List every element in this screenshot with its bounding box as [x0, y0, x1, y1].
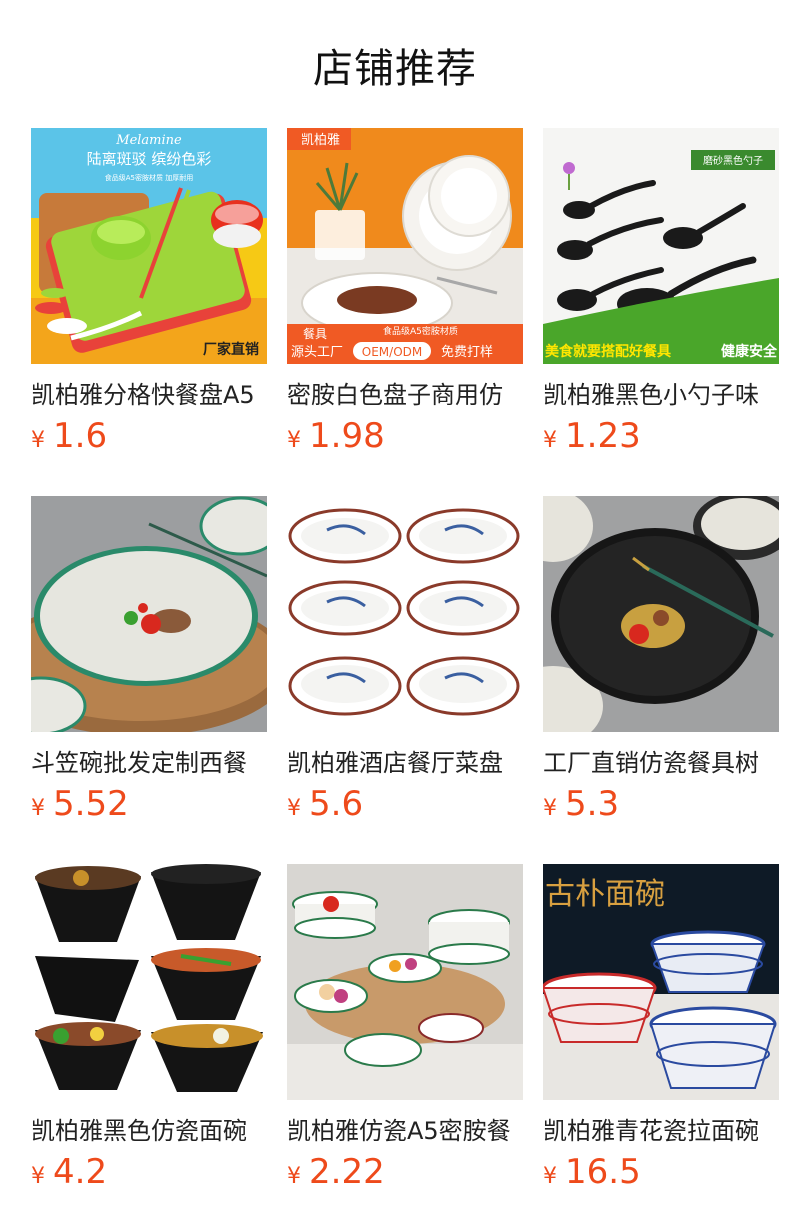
currency-symbol: ¥: [31, 796, 45, 821]
product-price: ¥5.52: [31, 784, 267, 830]
product-name[interactable]: 凯柏雅分格快餐盘A5: [31, 378, 267, 412]
product-name[interactable]: 凯柏雅酒店餐厅菜盘: [287, 746, 523, 780]
product-name[interactable]: 密胺白色盘子商用仿: [287, 378, 523, 412]
product-image[interactable]: 凯柏雅 餐具 食品级A5密胺材质 源头工厂 OEM/ODM 免费打样: [287, 128, 523, 364]
currency-symbol: ¥: [543, 1164, 557, 1189]
product-price: ¥4.2: [31, 1152, 267, 1198]
script-text: Melamine: [115, 133, 182, 148]
image-tag: 免费打样: [441, 345, 493, 360]
product-image[interactable]: [31, 496, 267, 732]
image-badge: 磨砂黑色勺子: [703, 154, 763, 167]
currency-symbol: ¥: [543, 428, 557, 453]
brand-badge: 凯柏雅: [301, 133, 340, 148]
product-price: ¥1.98: [287, 416, 523, 462]
product-price: ¥2.22: [287, 1152, 523, 1198]
product-name[interactable]: 工厂直销仿瓷餐具树: [543, 746, 779, 780]
product-name[interactable]: 凯柏雅黑色仿瓷面碗: [31, 1114, 267, 1148]
product-image[interactable]: [287, 496, 523, 732]
image-tag: OEM/ODM: [362, 345, 422, 359]
product-card[interactable]: Melamine 陆离斑驳 缤纷色彩 食品级A5密胺材质 加厚耐用 厂家直销 凯…: [31, 128, 267, 462]
currency-symbol: ¥: [287, 796, 301, 821]
image-subtext: 食品级A5密胺材质 加厚耐用: [105, 173, 193, 182]
product-card[interactable]: 斗笠碗批发定制西餐 ¥5.52: [31, 496, 267, 830]
price-value: 1.23: [565, 416, 641, 456]
image-tag: 源头工厂: [291, 345, 343, 360]
image-banner: 健康安全: [721, 343, 778, 360]
product-image[interactable]: [287, 864, 523, 1100]
currency-symbol: ¥: [543, 796, 557, 821]
product-card[interactable]: 凯柏雅 餐具 食品级A5密胺材质 源头工厂 OEM/ODM 免费打样 密胺白色盘…: [287, 128, 523, 462]
product-image[interactable]: [543, 496, 779, 732]
price-value: 4.2: [53, 1152, 108, 1192]
product-price: ¥1.6: [31, 416, 267, 462]
product-card[interactable]: 凯柏雅酒店餐厅菜盘 ¥5.6: [287, 496, 523, 830]
product-name[interactable]: 斗笠碗批发定制西餐: [31, 746, 267, 780]
product-name[interactable]: 凯柏雅仿瓷A5密胺餐: [287, 1114, 523, 1148]
product-card[interactable]: 磨砂黑色勺子 美食就要搭配好餐具 健康安全 凯柏雅黑色小勺子味 ¥1.23: [543, 128, 779, 462]
image-title: 古朴面碗: [545, 877, 665, 912]
price-value: 1.6: [53, 416, 108, 456]
product-image[interactable]: Melamine 陆离斑驳 缤纷色彩 食品级A5密胺材质 加厚耐用 厂家直销: [31, 128, 267, 364]
price-value: 5.52: [53, 784, 129, 824]
price-value: 5.3: [565, 784, 620, 824]
product-name[interactable]: 凯柏雅青花瓷拉面碗: [543, 1114, 779, 1148]
product-price: ¥1.23: [543, 416, 779, 462]
price-value: 16.5: [565, 1152, 641, 1192]
product-card[interactable]: 凯柏雅仿瓷A5密胺餐 ¥2.22: [287, 864, 523, 1198]
currency-symbol: ¥: [31, 428, 45, 453]
image-banner: 美食就要搭配好餐具: [545, 343, 671, 360]
image-headline: 陆离斑驳 缤纷色彩: [87, 150, 212, 168]
image-tag: 餐具: [303, 326, 327, 341]
product-card[interactable]: 工厂直销仿瓷餐具树 ¥5.3: [543, 496, 779, 830]
price-value: 1.98: [309, 416, 385, 456]
product-price: ¥16.5: [543, 1152, 779, 1198]
currency-symbol: ¥: [287, 1164, 301, 1189]
page-title: 店铺推荐: [313, 46, 477, 92]
image-tag: 食品级A5密胺材质: [383, 325, 458, 337]
product-price: ¥5.3: [543, 784, 779, 830]
product-image[interactable]: 古朴面碗: [543, 864, 779, 1100]
product-price: ¥5.6: [287, 784, 523, 830]
product-card[interactable]: 古朴面碗 凯柏雅青花瓷拉面碗 ¥16.5: [543, 864, 779, 1198]
price-value: 5.6: [309, 784, 364, 824]
price-value: 2.22: [309, 1152, 385, 1192]
product-card[interactable]: 凯柏雅黑色仿瓷面碗 ¥4.2: [31, 864, 267, 1198]
product-name[interactable]: 凯柏雅黑色小勺子味: [543, 378, 779, 412]
image-badge: 厂家直销: [203, 341, 259, 358]
currency-symbol: ¥: [31, 1164, 45, 1189]
product-image[interactable]: [31, 864, 267, 1100]
product-image[interactable]: 磨砂黑色勺子 美食就要搭配好餐具 健康安全: [543, 128, 779, 364]
currency-symbol: ¥: [287, 428, 301, 453]
